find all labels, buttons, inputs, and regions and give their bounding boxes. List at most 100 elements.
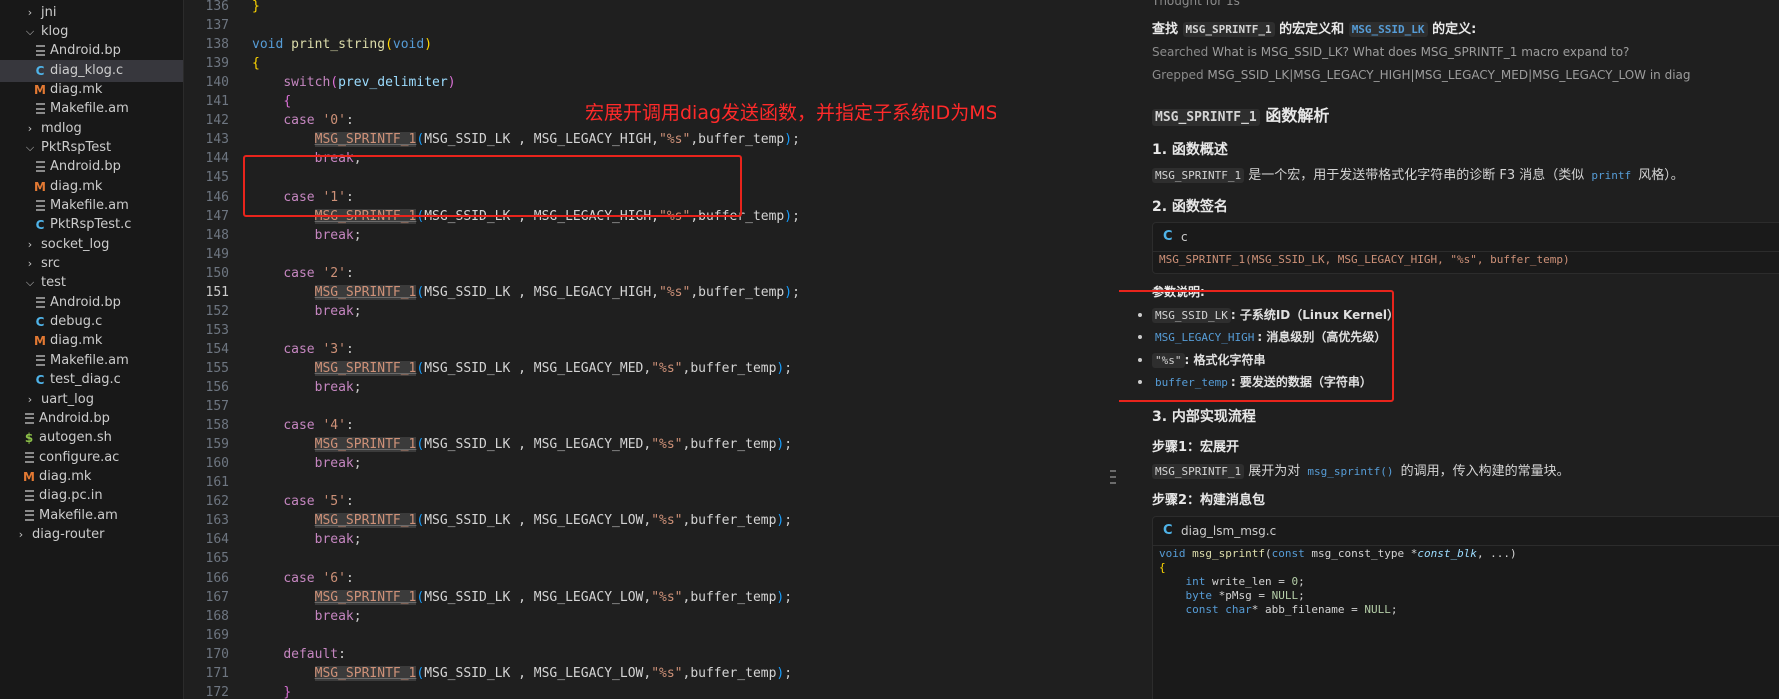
line-number: 151	[205, 284, 229, 300]
code-line[interactable]: 143 MSG_SPRINTF_1(MSG_SSID_LK , MSG_LEGA…	[184, 130, 996, 149]
code-text: break;	[314, 227, 362, 243]
code-line[interactable]: 138 void print_string(void)	[184, 35, 996, 54]
code-text: MSG_SPRINTF_1(MSG_SSID_LK , MSG_LEGACY_L…	[314, 513, 793, 529]
paragraph-text: 展开为对	[1244, 464, 1305, 479]
code-line[interactable]: 157	[184, 397, 996, 416]
line-number: 153	[205, 322, 229, 338]
code-text: switch(prev_delimiter)	[283, 75, 456, 91]
thought-label[interactable]: Thought for 1s	[1152, 0, 1240, 8]
code-text: case '2':	[283, 265, 354, 281]
line-number: 163	[205, 513, 229, 529]
code-line[interactable]: 162 case '5':	[184, 492, 996, 511]
line-number: 139	[205, 56, 229, 72]
line-number: 152	[205, 303, 229, 319]
scroll-marker	[1110, 470, 1116, 472]
code-line[interactable]: 158 case '4':	[184, 416, 996, 435]
scroll-marker	[1110, 482, 1116, 484]
code-block-line: byte *pMsg = NULL;	[1185, 589, 1305, 602]
line-number: 138	[205, 37, 229, 53]
code-line[interactable]: 149	[184, 245, 996, 264]
grepped-query: MSG_SSID_LK|MSG_LEGACY_HIGH|MSG_LEGACY_M…	[1207, 68, 1691, 82]
code-text: break;	[314, 456, 362, 472]
code-line[interactable]: 160 break;	[184, 454, 996, 473]
section-1-text: MSG_SPRINTF_1 是一个宏，用于发送带格式化字符串的诊断 F3 消息（…	[1152, 164, 1684, 183]
line-number: 144	[205, 151, 229, 167]
code-text: case '4':	[283, 418, 354, 434]
code-line[interactable]: 164 break;	[184, 530, 996, 549]
code-line[interactable]: 154 case '3':	[184, 340, 996, 359]
code-line[interactable]: 165	[184, 549, 996, 568]
code-line[interactable]: 153	[184, 321, 996, 340]
code-line[interactable]: 152 break;	[184, 302, 996, 321]
code-text: case '3':	[283, 341, 354, 357]
code-block-header: C diag_lsm_msg.c	[1153, 517, 1779, 546]
section-1-title: 1. 函数概述	[1152, 142, 1228, 158]
searched-step[interactable]: Searched What is MSG_SSID_LK? What does …	[1152, 45, 1629, 59]
grepped-step[interactable]: Grepped MSG_SSID_LK|MSG_LEGACY_HIGH|MSG_…	[1152, 68, 1691, 82]
line-number: 164	[205, 532, 229, 548]
code-line[interactable]: 166 case '6':	[184, 569, 996, 588]
code-line[interactable]: 171 MSG_SPRINTF_1(MSG_SSID_LK , MSG_LEGA…	[184, 664, 996, 683]
code-line[interactable]: 139 {	[184, 54, 996, 73]
code-text: case '0':	[283, 113, 354, 129]
scroll-marker	[1110, 476, 1116, 478]
answer-heading: MSG_SPRINTF_1 函数解析	[1152, 102, 1329, 126]
ai-chat-panel: Thought for 1s 查找 MSG_SPRINTF_1 的宏定义和 MS…	[1119, 0, 1779, 699]
line-number: 167	[205, 589, 229, 605]
code-line[interactable]: 155 MSG_SPRINTF_1(MSG_SSID_LK , MSG_LEGA…	[184, 359, 996, 378]
chevron-right-icon[interactable]: ›	[16, 524, 26, 546]
code-line[interactable]: 137	[184, 16, 996, 35]
code-text: {	[283, 94, 292, 110]
code-line[interactable]: 150 case '2':	[184, 264, 996, 283]
code-line[interactable]: 161	[184, 473, 996, 492]
tree-item-label: diag-router	[32, 526, 105, 542]
searched-query: What is MSG_SSID_LK? What does MSG_SPRIN…	[1212, 45, 1630, 59]
code-block-line: int write_len = 0;	[1185, 575, 1305, 588]
code-line[interactable]: 151 MSG_SPRINTF_1(MSG_SSID_LK , MSG_LEGA…	[184, 283, 996, 302]
c-language-icon: C	[1163, 229, 1173, 244]
line-number: 172	[205, 684, 229, 699]
line-number: 150	[205, 265, 229, 281]
code-text: break;	[314, 380, 362, 395]
code-block-signature: C c MSG_SPRINTF_1(MSG_SSID_LK, MSG_LEGAC…	[1152, 222, 1779, 274]
line-number: 158	[205, 418, 229, 434]
line-number: 143	[205, 132, 229, 148]
code-line[interactable]: 172 }	[184, 683, 996, 699]
code-filename: diag_lsm_msg.c	[1181, 524, 1277, 538]
line-number: 148	[205, 227, 229, 243]
code-line[interactable]: 156 break;	[184, 378, 996, 397]
code-block-line: const char* abb_filename = NULL;	[1185, 603, 1398, 616]
paragraph-text: 是一个宏，用于发送带格式化字符串的诊断 F3 消息（类似	[1244, 168, 1589, 183]
line-number: 146	[205, 189, 229, 205]
line-number: 141	[205, 94, 229, 110]
code-text: MSG_SPRINTF_1(MSG_SSID_LK , MSG_LEGACY_L…	[314, 665, 793, 681]
heading-text: 函数解析	[1259, 106, 1330, 125]
code-line[interactable]: 136}	[184, 0, 996, 16]
code-text: MSG_SPRINTF_1(MSG_SSID_LK , MSG_LEGACY_H…	[314, 284, 800, 300]
line-number: 165	[205, 551, 229, 567]
line-number: 154	[205, 341, 229, 357]
code-line[interactable]: 163 MSG_SPRINTF_1(MSG_SSID_LK , MSG_LEGA…	[184, 511, 996, 530]
code-text: void print_string(void)	[252, 37, 433, 53]
intro-line: 查找 MSG_SPRINTF_1 的宏定义和 MSG_SSID_LK 的定义:	[1152, 18, 1476, 37]
line-number: 168	[205, 608, 229, 624]
code-line[interactable]: 167 MSG_SPRINTF_1(MSG_SSID_LK , MSG_LEGA…	[184, 588, 996, 607]
code-line[interactable]: 170 default:	[184, 645, 996, 664]
code-editor[interactable]: 136} 137 138 void print_string(void) 139 {140…	[184, 0, 996, 699]
code-line[interactable]: 148 break;	[184, 226, 996, 245]
line-number: 142	[205, 113, 229, 129]
line-number: 156	[205, 380, 229, 395]
line-number: 137	[205, 18, 229, 34]
code-line[interactable]: 159 MSG_SPRINTF_1(MSG_SSID_LK , MSG_LEGA…	[184, 435, 996, 454]
code-line[interactable]: 140 switch(prev_delimiter)	[184, 73, 996, 92]
editor-scrollbar[interactable]	[1108, 0, 1118, 699]
code-text: default:	[283, 646, 346, 662]
code-line[interactable]: 169	[184, 626, 996, 645]
tree-item[interactable]: › diag-router	[0, 524, 183, 546]
code-line[interactable]: 168 break;	[184, 607, 996, 626]
file-explorer: › jni ⌵ klog Android.bp Cdiag_klog.c Mdiag.mk M…	[0, 0, 184, 699]
inline-code: printf	[1591, 169, 1632, 182]
paragraph-text: 的调用，传入构建的常量块。	[1396, 464, 1570, 479]
highlight-box-params	[1119, 290, 1394, 402]
inline-code: MSG_SPRINTF_1	[1152, 168, 1245, 183]
